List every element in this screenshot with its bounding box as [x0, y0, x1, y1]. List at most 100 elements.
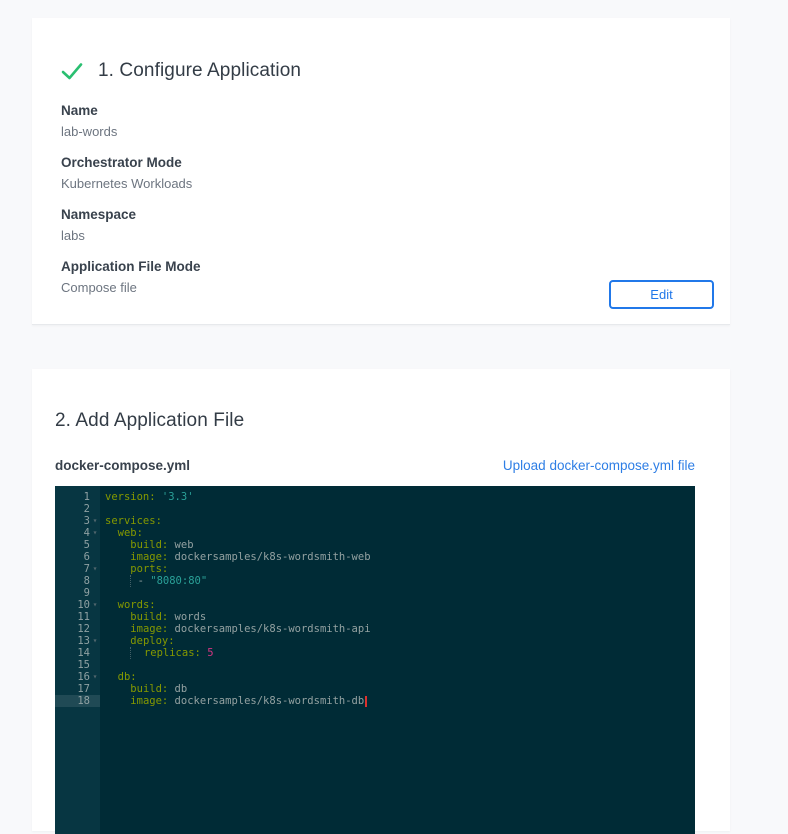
code-token [105, 671, 118, 683]
compose-code-editor[interactable]: 123▾4▾567▾8910▾111213▾141516▾1718 versio… [55, 486, 695, 834]
code-token [105, 695, 130, 707]
code-line[interactable]: replicas: 5 [105, 647, 695, 659]
gutter-cell: 14 [55, 647, 100, 659]
gutter-cell: 4▾ [55, 527, 100, 539]
code-token: version: [105, 491, 156, 503]
code-token: web: [118, 527, 143, 539]
code-line[interactable]: ports: [105, 563, 695, 575]
line-number: 18 [55, 695, 90, 707]
line-number: 2 [55, 503, 90, 515]
fold-arrow-icon[interactable]: ▾ [90, 671, 100, 683]
code-token: services: [105, 515, 162, 527]
gutter-cell: 11 [55, 611, 100, 623]
gutter-cell: 18 [55, 695, 100, 707]
code-line[interactable]: version: '3.3' [105, 491, 695, 503]
fold-arrow-icon[interactable]: ▾ [90, 515, 100, 527]
gutter-cell: 9 [55, 587, 100, 599]
line-number: 9 [55, 587, 90, 599]
summary-field: Orchestrator ModeKubernetes Workloads [61, 155, 730, 191]
code-token: words: [118, 599, 156, 611]
line-number: 8 [55, 575, 90, 587]
line-number: 12 [55, 623, 90, 635]
code-line[interactable]: db: [105, 671, 695, 683]
code-line[interactable]: build: web [105, 539, 695, 551]
code-line[interactable]: web: [105, 527, 695, 539]
gutter-cell: 6 [55, 551, 100, 563]
section2-header: 2. Add Application File [55, 410, 730, 432]
code-token: image: [130, 623, 168, 635]
code-token [105, 611, 130, 623]
code-token: build: [130, 683, 168, 695]
field-value: labs [61, 229, 730, 243]
code-token: web [168, 539, 193, 551]
code-line[interactable]: - "8080:80" [105, 575, 695, 587]
code-token: dockersamples/k8s-wordsmith-db [168, 695, 364, 707]
line-number: 13 [55, 635, 90, 647]
fold-arrow-icon[interactable]: ▾ [90, 527, 100, 539]
code-token: dockersamples/k8s-wordsmith-api [168, 623, 370, 635]
code-line[interactable]: deploy: [105, 635, 695, 647]
config-summary-fields: Name lab-words Orchestrator ModeKubernetes… [61, 103, 730, 295]
field-label: Name [61, 103, 730, 118]
line-number: 3 [55, 515, 90, 527]
code-token: build: [130, 539, 168, 551]
line-number: 15 [55, 659, 90, 671]
code-token [105, 551, 130, 563]
code-line[interactable]: build: db [105, 683, 695, 695]
gutter-cell: 17 [55, 683, 100, 695]
code-token [105, 527, 118, 539]
code-token: words [168, 611, 206, 623]
field-label: Namespace [61, 207, 730, 222]
file-row: docker-compose.yml Upload docker-compose… [55, 458, 695, 473]
code-token [105, 539, 130, 551]
code-line[interactable]: words: [105, 599, 695, 611]
code-token [131, 647, 144, 659]
code-line[interactable]: image: dockersamples/k8s-wordsmith-web [105, 551, 695, 563]
code-token: '3.3' [162, 491, 194, 503]
section1-header: 1. Configure Application [61, 60, 730, 82]
summary-field: Namespace labs [61, 207, 730, 243]
edit-button[interactable]: Edit [609, 280, 714, 309]
code-token [105, 647, 131, 659]
gutter-cell: 10▾ [55, 599, 100, 611]
fold-arrow-icon[interactable]: ▾ [90, 635, 100, 647]
configure-application-card: 1. Configure Application Name lab-words Or… [32, 18, 730, 325]
section1-title: 1. Configure Application [98, 60, 301, 82]
code-line[interactable] [105, 503, 695, 515]
code-token: image: [130, 695, 168, 707]
fold-arrow-icon[interactable]: ▾ [90, 599, 100, 611]
code-token: deploy: [130, 635, 174, 647]
field-label: Application File Mode [61, 259, 730, 274]
code-token: - [131, 575, 150, 587]
code-line[interactable] [105, 587, 695, 599]
section2-title: 2. Add Application File [55, 410, 244, 432]
gutter-cell: 2 [55, 503, 100, 515]
gutter-cell: 7▾ [55, 563, 100, 575]
editor-code-area[interactable]: version: '3.3'services: web: build: web … [100, 486, 695, 834]
editor-gutter: 123▾4▾567▾8910▾111213▾141516▾1718 [55, 486, 100, 834]
code-line[interactable]: image: dockersamples/k8s-wordsmith-api [105, 623, 695, 635]
code-token: "8080:80" [150, 575, 207, 587]
gutter-cell: 5 [55, 539, 100, 551]
field-label: Orchestrator Mode [61, 155, 730, 170]
code-token: build: [130, 611, 168, 623]
upload-compose-file-link[interactable]: Upload docker-compose.yml file [503, 458, 695, 473]
code-token [105, 635, 130, 647]
field-value: lab-words [61, 125, 730, 139]
check-icon [61, 62, 83, 80]
code-line[interactable] [105, 659, 695, 671]
add-application-file-card: 2. Add Application File docker-compose.y… [32, 369, 730, 831]
fold-arrow-icon[interactable]: ▾ [90, 563, 100, 575]
code-token [105, 563, 130, 575]
line-number: 14 [55, 647, 90, 659]
line-number: 4 [55, 527, 90, 539]
line-number: 5 [55, 539, 90, 551]
line-number: 11 [55, 611, 90, 623]
gutter-cell: 12 [55, 623, 100, 635]
code-line[interactable]: services: [105, 515, 695, 527]
code-token: 5 [207, 647, 213, 659]
gutter-cell: 3▾ [55, 515, 100, 527]
text-cursor [365, 696, 367, 707]
code-line[interactable]: build: words [105, 611, 695, 623]
code-line[interactable]: image: dockersamples/k8s-wordsmith-db [105, 695, 695, 707]
